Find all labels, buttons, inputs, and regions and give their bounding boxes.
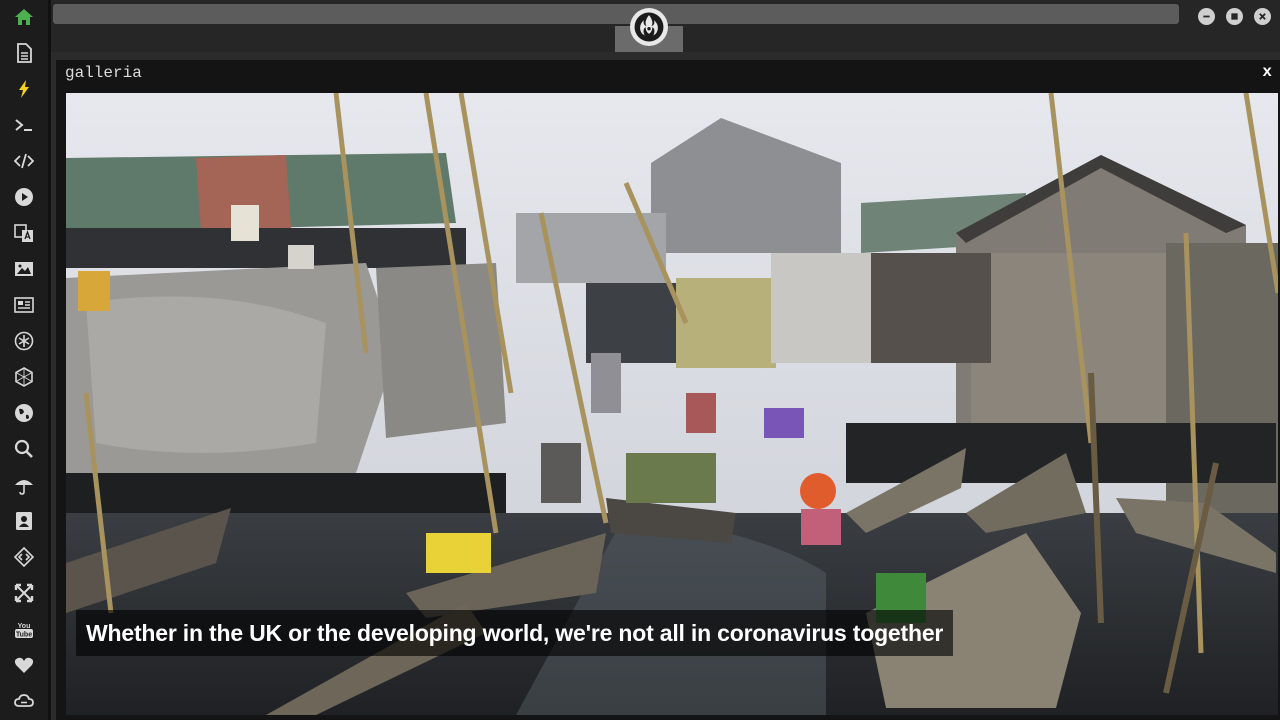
close-window-button[interactable] — [1254, 8, 1271, 25]
cloud-icon — [14, 694, 34, 707]
sidebar-item-lightning[interactable] — [12, 77, 36, 101]
sidebar-item-document[interactable] — [12, 41, 36, 65]
image-icon — [15, 262, 33, 276]
window-title: galleria — [65, 64, 142, 82]
sidebar-item-translate[interactable] — [12, 221, 36, 245]
youtube-icon: You Tube — [15, 623, 33, 639]
expand-icon — [14, 583, 34, 603]
hexagon-icon — [15, 367, 33, 387]
sidebar-item-umbrella[interactable] — [12, 473, 36, 497]
gallery-photo[interactable]: Whether in the UK or the developing worl… — [66, 93, 1278, 715]
sidebar: You Tube — [0, 0, 48, 720]
asterisk-icon — [14, 331, 34, 351]
maximize-icon — [1231, 13, 1238, 20]
sidebar-item-image[interactable] — [12, 257, 36, 281]
code-icon — [14, 153, 34, 169]
sidebar-item-cloud[interactable] — [12, 689, 36, 713]
window-close-button[interactable]: x — [1262, 63, 1272, 81]
minimize-icon — [1203, 15, 1210, 18]
sidebar-item-asterisk[interactable] — [12, 329, 36, 353]
contact-icon — [16, 512, 32, 530]
gallery-caption[interactable]: Whether in the UK or the developing worl… — [76, 610, 954, 656]
minimize-button[interactable] — [1198, 8, 1215, 25]
address-bar[interactable] — [53, 4, 1179, 24]
close-icon — [1259, 13, 1266, 20]
sidebar-item-heart[interactable] — [12, 653, 36, 677]
translate-icon — [14, 224, 33, 242]
sidebar-item-hexagon[interactable] — [12, 365, 36, 389]
news-icon — [14, 297, 34, 313]
search-icon — [14, 439, 33, 458]
galleria-window: galleria x Whether in the UK or the deve… — [56, 60, 1280, 720]
top-bar — [51, 0, 1280, 52]
rebel-alliance-logo-icon[interactable] — [630, 8, 668, 46]
sidebar-item-terminal[interactable] — [12, 113, 36, 137]
sidebar-item-contact[interactable] — [12, 509, 36, 533]
umbrella-icon — [15, 480, 33, 495]
sidebar-item-expand[interactable] — [12, 581, 36, 605]
lightning-icon — [19, 80, 29, 98]
sidebar-item-play[interactable] — [12, 185, 36, 209]
heart-icon — [14, 657, 34, 673]
dev-icon — [14, 547, 34, 567]
sidebar-item-globe[interactable] — [12, 401, 36, 425]
home-icon — [15, 9, 33, 25]
maximize-button[interactable] — [1226, 8, 1243, 25]
terminal-icon — [15, 119, 32, 131]
sidebar-divider — [48, 0, 51, 720]
sidebar-item-youtube[interactable]: You Tube — [12, 617, 36, 641]
svg-text:Tube: Tube — [16, 632, 32, 639]
sidebar-item-dev[interactable] — [12, 545, 36, 569]
document-icon — [17, 43, 32, 63]
sidebar-item-search[interactable] — [12, 437, 36, 461]
sidebar-item-home[interactable] — [12, 5, 36, 29]
globe-icon — [15, 404, 33, 422]
sidebar-item-code[interactable] — [12, 149, 36, 173]
svg-text:You: You — [18, 623, 31, 630]
sidebar-item-news[interactable] — [12, 293, 36, 317]
play-icon — [15, 188, 33, 206]
